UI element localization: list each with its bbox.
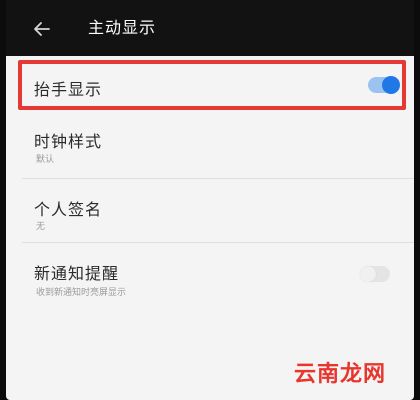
setting-value: 无 <box>36 222 46 232</box>
page-title: 主动显示 <box>88 18 157 37</box>
top-bar: 主动显示 <box>6 0 414 56</box>
setting-label: 新通知提醒 <box>34 264 120 283</box>
toggle-knob <box>360 266 376 282</box>
setting-new-notification[interactable]: 新通知提醒 收到新通知时亮屏显示 <box>6 250 414 306</box>
setting-label: 个人签名 <box>34 200 103 219</box>
setting-signature[interactable]: 个人签名 无 <box>6 186 414 242</box>
settings-screen: 主动显示 抬手显示 时钟样式 默认 个人签名 无 新通知提醒 收到新通知时亮屏显… <box>6 0 414 400</box>
setting-clock-style[interactable]: 时钟样式 默认 <box>6 118 414 174</box>
setting-label: 抬手显示 <box>34 80 103 99</box>
setting-description: 收到新通知时亮屏显示 <box>36 288 127 298</box>
raise-to-wake-toggle[interactable] <box>368 76 400 94</box>
watermark-logo: 云南龙网 <box>294 362 387 387</box>
toggle-knob <box>382 76 400 94</box>
divider <box>22 178 414 179</box>
setting-value: 默认 <box>36 155 55 165</box>
back-arrow-icon[interactable] <box>30 17 54 41</box>
divider <box>22 242 414 243</box>
new-notification-toggle[interactable] <box>360 266 390 282</box>
setting-label: 时钟样式 <box>34 132 103 151</box>
setting-raise-to-wake[interactable]: 抬手显示 <box>6 62 414 108</box>
